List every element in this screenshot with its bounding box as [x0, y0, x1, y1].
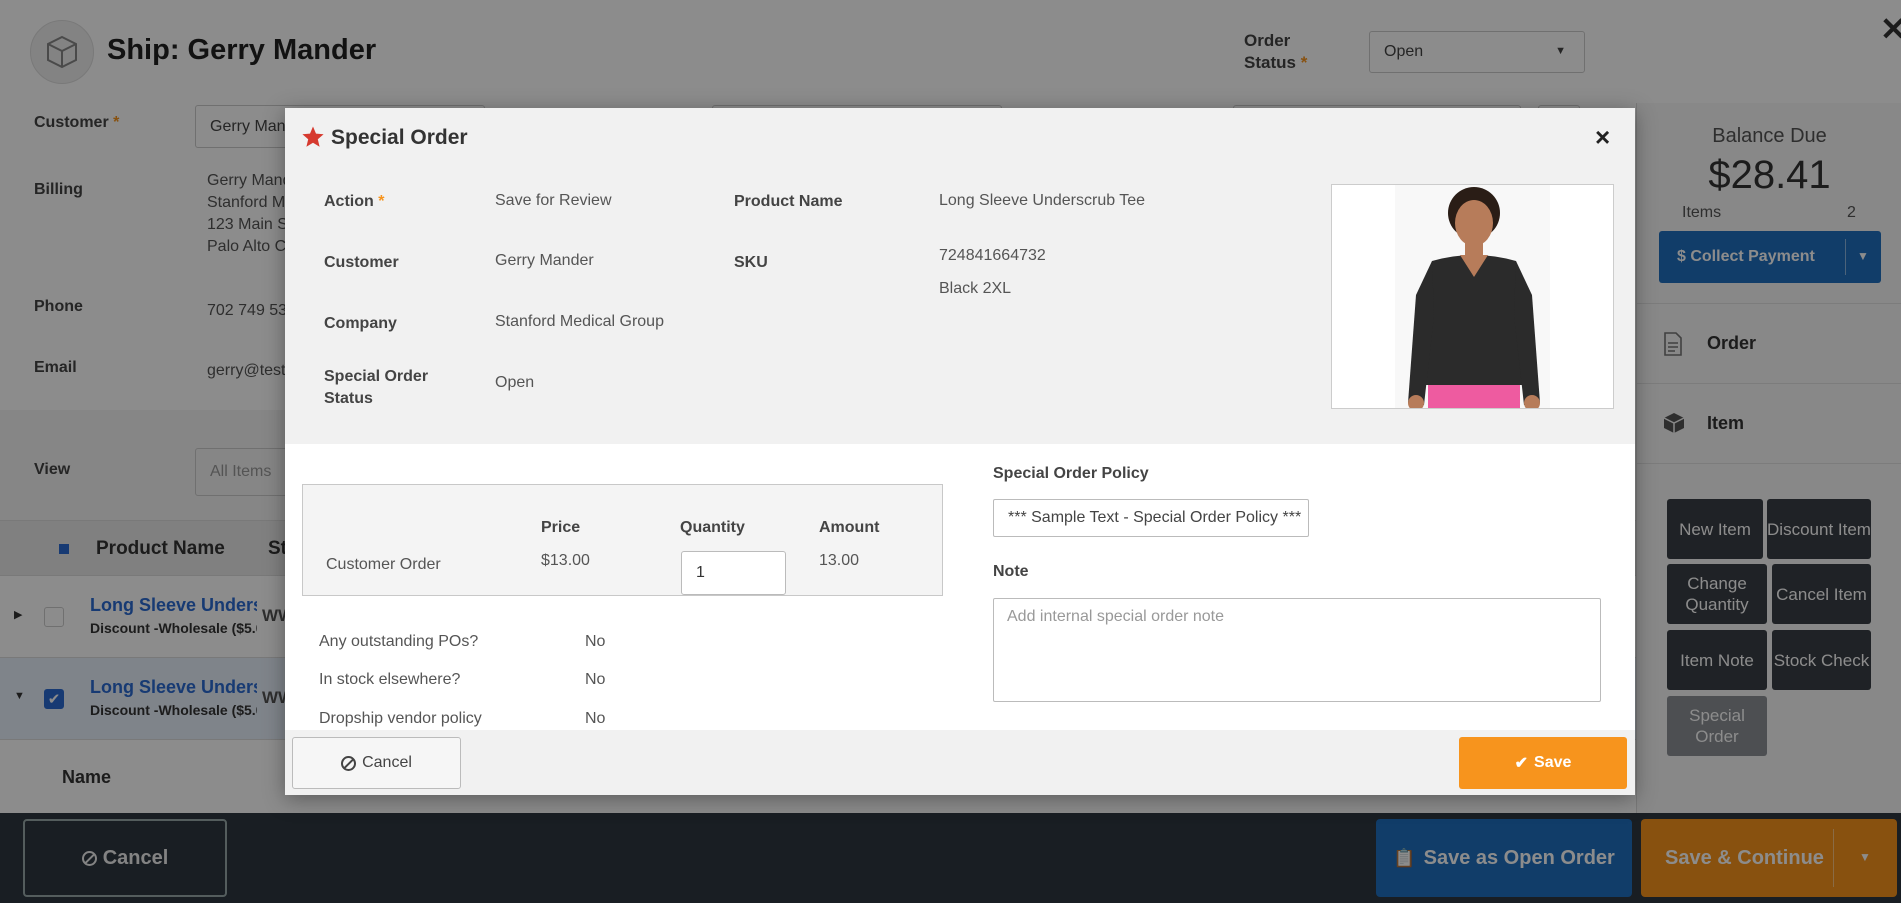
action-label: Action *	[324, 193, 385, 210]
special-order-policy-label: Special Order Policy	[993, 465, 1149, 482]
amount-value: 13.00	[819, 552, 860, 569]
variant-value: Black 2XL	[939, 280, 1012, 297]
ban-icon	[341, 755, 357, 771]
close-icon[interactable]: ×	[1595, 122, 1610, 153]
action-value: Save for Review	[495, 192, 612, 209]
special-order-status-label: Special Order Status	[324, 368, 429, 407]
price-value: $13.00	[541, 552, 590, 569]
in-stock-elsewhere-label: In stock elsewhere?	[319, 671, 461, 688]
outstanding-pos-value: No	[585, 633, 606, 650]
customer-value: Gerry Mander	[495, 252, 594, 269]
sku-label: SKU	[734, 254, 768, 271]
checkmark-icon: ✔	[1514, 755, 1529, 772]
amount-header: Amount	[819, 519, 880, 536]
company-label: Company	[324, 315, 397, 332]
outstanding-pos-label: Any outstanding POs?	[319, 633, 479, 650]
note-label: Note	[993, 563, 1029, 580]
company-value: Stanford Medical Group	[495, 313, 664, 330]
product-name-value: Long Sleeve Underscrub Tee	[939, 192, 1146, 209]
price-table: Price Quantity Amount Customer Order $13…	[302, 484, 943, 596]
dialog-title: Special Order	[331, 126, 468, 149]
special-order-policy-text: *** Sample Text - Special Order Policy *…	[993, 499, 1309, 537]
note-textarea[interactable]: Add internal special order note	[993, 598, 1601, 702]
product-image	[1331, 184, 1614, 409]
customer-order-label: Customer Order	[326, 556, 441, 573]
save-button[interactable]: ✔ Save	[1459, 737, 1627, 789]
in-stock-elsewhere-value: No	[585, 671, 606, 688]
dropship-policy-value: No	[585, 710, 606, 727]
quantity-input[interactable]: 1	[681, 551, 786, 595]
special-order-dialog: Special Order × Action * Save for Review…	[285, 108, 1635, 795]
star-icon	[302, 126, 324, 147]
quantity-header: Quantity	[680, 519, 745, 536]
product-name-label: Product Name	[734, 193, 843, 210]
dialog-header-section: Special Order × Action * Save for Review…	[285, 108, 1635, 444]
dialog-footer: Cancel ✔ Save	[285, 730, 1635, 795]
price-header: Price	[541, 519, 581, 536]
cancel-button[interactable]: Cancel	[292, 737, 461, 789]
special-order-status-value: Open	[495, 374, 535, 391]
dropship-policy-label: Dropship vendor policy	[319, 710, 482, 727]
sku-value: 724841664732	[939, 247, 1046, 264]
customer-label: Customer	[324, 254, 399, 271]
